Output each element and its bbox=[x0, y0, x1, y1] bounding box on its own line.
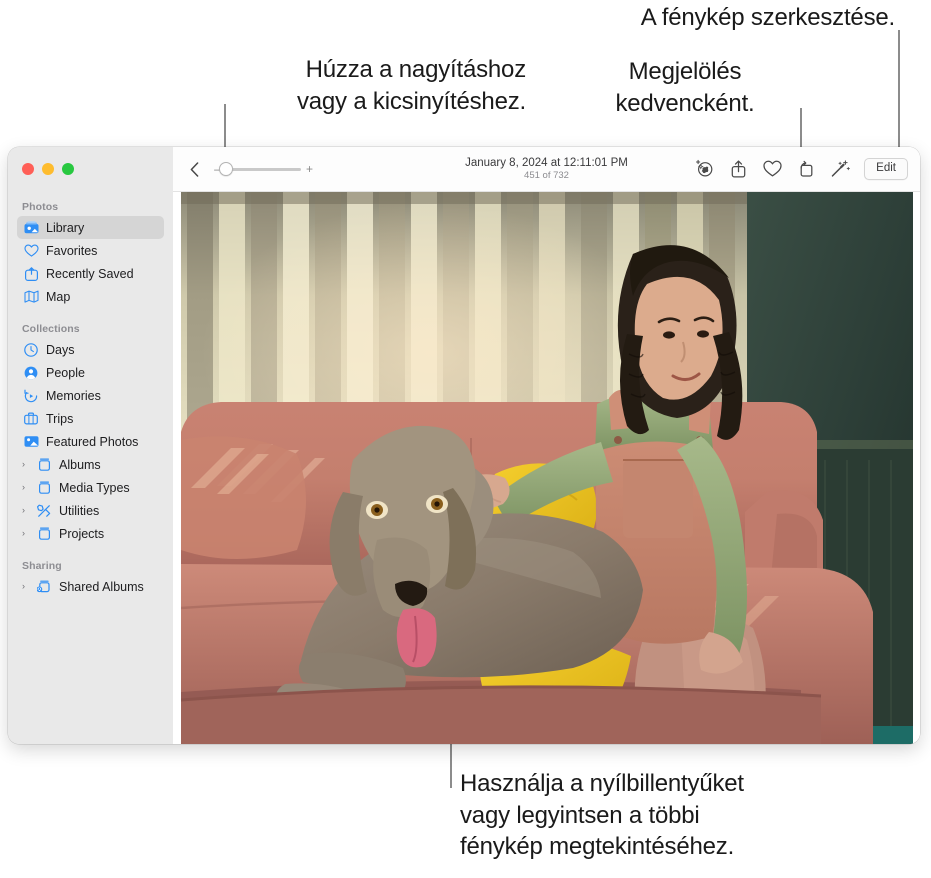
callout-arrow-keys: Használja a nyílbillentyűket vagy legyin… bbox=[460, 770, 744, 861]
map-icon bbox=[22, 290, 40, 303]
sidebar-group-collections: Collections Days People Memories Trips F… bbox=[8, 323, 173, 545]
auto-enhance-icon[interactable] bbox=[830, 159, 850, 179]
sidebar-item-label: Days bbox=[46, 342, 75, 357]
chevron-right-icon[interactable]: › bbox=[22, 506, 34, 515]
sidebar-item-map[interactable]: Map bbox=[17, 285, 164, 308]
zoom-slider-knob[interactable] bbox=[219, 162, 233, 176]
sidebar-item-label: Trips bbox=[46, 411, 74, 426]
sidebar-item-featured-photos[interactable]: Featured Photos bbox=[17, 430, 164, 453]
toolbar-left-group: – + bbox=[173, 160, 313, 178]
chevron-right-icon[interactable]: › bbox=[22, 460, 34, 469]
callout-zoom-slider: Húzza a nagyításhoz vagy a kicsinyítéshe… bbox=[296, 56, 526, 115]
window-controls bbox=[8, 147, 173, 175]
sidebar: Photos Library Favorites Recently Saved bbox=[8, 147, 173, 744]
sidebar-item-label: Utilities bbox=[59, 503, 100, 518]
sidebar-item-people[interactable]: People bbox=[17, 361, 164, 384]
rotate-icon[interactable] bbox=[796, 159, 816, 179]
toolbar-right-group: Edit bbox=[694, 158, 920, 180]
album-icon bbox=[35, 481, 53, 494]
sidebar-item-shared-albums[interactable]: › Shared Albums bbox=[17, 575, 164, 598]
sidebar-item-memories[interactable]: Memories bbox=[17, 384, 164, 407]
heart-icon[interactable] bbox=[762, 159, 782, 179]
sidebar-item-media-types[interactable]: › Media Types bbox=[17, 476, 164, 499]
toolbar: – + January 8, 2024 at 12:11:01 PM 451 o… bbox=[173, 147, 920, 192]
share-icon[interactable] bbox=[728, 159, 748, 179]
zoom-slider[interactable]: – + bbox=[214, 162, 313, 176]
content-area: – + January 8, 2024 at 12:11:01 PM 451 o… bbox=[173, 147, 920, 744]
sidebar-section-photos: Photos bbox=[22, 201, 59, 213]
sidebar-item-label: Media Types bbox=[59, 480, 130, 495]
chevron-right-icon[interactable]: › bbox=[22, 582, 34, 591]
photos-library-icon bbox=[22, 221, 40, 234]
minimize-button[interactable] bbox=[42, 163, 54, 175]
sidebar-item-label: Map bbox=[46, 289, 71, 304]
maximize-button[interactable] bbox=[62, 163, 74, 175]
album-icon bbox=[35, 527, 53, 540]
sidebar-item-label: Memories bbox=[46, 388, 101, 403]
sidebar-item-label: Favorites bbox=[46, 243, 98, 258]
sidebar-item-library[interactable]: Library bbox=[17, 216, 164, 239]
recently-saved-icon bbox=[22, 266, 40, 281]
tools-icon bbox=[35, 504, 53, 518]
edit-button[interactable]: Edit bbox=[864, 158, 908, 180]
sidebar-item-trips[interactable]: Trips bbox=[17, 407, 164, 430]
heart-icon bbox=[22, 244, 40, 257]
memories-play-icon bbox=[22, 389, 40, 403]
callout-mark-favorite: Megjelölés kedvencként. bbox=[615, 58, 755, 117]
sidebar-item-projects[interactable]: › Projects bbox=[17, 522, 164, 545]
sidebar-item-favorites[interactable]: Favorites bbox=[17, 239, 164, 262]
visual-look-up-icon[interactable] bbox=[694, 159, 714, 179]
photo-image[interactable] bbox=[180, 192, 913, 744]
sidebar-item-days[interactable]: Days bbox=[17, 338, 164, 361]
sidebar-item-recently-saved[interactable]: Recently Saved bbox=[17, 262, 164, 285]
sidebar-group-sharing: Sharing › Shared Albums bbox=[8, 560, 173, 598]
zoom-in-label[interactable]: + bbox=[306, 163, 313, 175]
photo-viewer[interactable] bbox=[173, 192, 920, 744]
sidebar-item-utilities[interactable]: › Utilities bbox=[17, 499, 164, 522]
sidebar-item-label: Recently Saved bbox=[46, 266, 134, 281]
sidebar-item-albums[interactable]: › Albums bbox=[17, 453, 164, 476]
sidebar-item-label: Projects bbox=[59, 526, 105, 541]
clock-icon bbox=[22, 342, 40, 357]
featured-photo-icon bbox=[22, 435, 40, 448]
chevron-left-icon[interactable] bbox=[185, 160, 203, 178]
leader-line-edit bbox=[898, 30, 900, 162]
album-icon bbox=[35, 458, 53, 471]
chevron-right-icon[interactable]: › bbox=[22, 483, 34, 492]
chevron-right-icon[interactable]: › bbox=[22, 529, 34, 538]
sidebar-section-collections: Collections bbox=[22, 323, 80, 335]
zoom-slider-track[interactable] bbox=[219, 162, 301, 176]
close-button[interactable] bbox=[22, 163, 34, 175]
sidebar-item-label: Albums bbox=[59, 457, 101, 472]
callout-edit-photo: A fénykép szerkesztése. bbox=[640, 4, 895, 31]
sidebar-item-label: Library bbox=[46, 220, 85, 235]
shared-album-icon bbox=[35, 580, 53, 593]
person-circle-icon bbox=[22, 366, 40, 380]
sidebar-group-photos: Photos Library Favorites Recently Saved bbox=[8, 201, 173, 308]
sidebar-item-label: Shared Albums bbox=[59, 579, 144, 594]
photos-app-window: Photos Library Favorites Recently Saved bbox=[8, 147, 920, 744]
sidebar-item-label: Featured Photos bbox=[46, 434, 139, 449]
sidebar-item-label: People bbox=[46, 365, 85, 380]
suitcase-icon bbox=[22, 412, 40, 425]
sidebar-section-sharing: Sharing bbox=[22, 560, 62, 572]
